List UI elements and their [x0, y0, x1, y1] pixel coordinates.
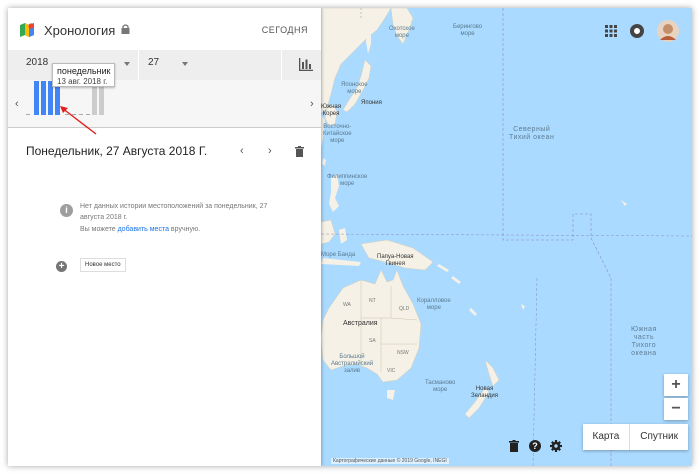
label-vic: VIC [387, 368, 396, 374]
chevron-left-icon[interactable]: ‹ [15, 98, 19, 110]
label-coral-sea: Коралловое море [417, 298, 451, 311]
year-select[interactable]: 2018 [26, 57, 48, 68]
svg-text:?: ? [532, 441, 538, 451]
selector-divider [138, 50, 139, 80]
add-places-link[interactable]: добавить места [118, 226, 169, 233]
chevron-right-icon[interactable]: › [268, 145, 272, 157]
info-icon: i [60, 204, 73, 217]
add-places-line: Вы можете добавить места вручную. [80, 226, 200, 233]
day-select[interactable]: 27 [148, 57, 159, 68]
month-histogram[interactable]: ‹ › [8, 80, 321, 135]
day-header: Понедельник, 27 Августа 2018 Г. ‹ › [8, 136, 321, 164]
trash-icon[interactable] [295, 146, 304, 157]
chevron-left-icon[interactable]: ‹ [240, 145, 244, 157]
zoom-out-icon[interactable]: − [664, 398, 688, 420]
add-place-icon[interactable]: + [56, 261, 67, 272]
help-icon[interactable]: ? [529, 440, 541, 452]
label-tasman-sea: Тасманово море [425, 380, 456, 393]
annotation-arrow [60, 106, 97, 135]
map-attribution: Картографические данные © 2019 Google, I… [331, 458, 449, 464]
trash-icon[interactable] [509, 440, 519, 452]
timeline-header: Хронология СЕГОДНЯ [8, 8, 321, 50]
selector-divider [281, 50, 282, 80]
chevron-right-icon[interactable]: › [310, 98, 314, 110]
label-philippine-sea: Филиппинское море [327, 174, 368, 187]
tooltip-date: 13 авг. 2018 г. [57, 77, 108, 86]
add-places-suffix: вручную. [170, 226, 201, 233]
timeline-window: Охотское море Берингово море Японское море … [8, 8, 692, 466]
label-east-china-sea: Восточно- Китайское море [323, 124, 352, 144]
caret-down-icon[interactable] [124, 62, 130, 66]
label-south-korea: Южная Корея [321, 104, 341, 117]
caret-down-icon[interactable] [182, 62, 188, 66]
label-sa: SA [369, 338, 376, 344]
label-japan: Япония [361, 100, 382, 106]
map-view[interactable]: Охотское море Берингово море Японское море … [321, 8, 692, 466]
timeline-panel: Хронология СЕГОДНЯ 2018 27 ‹ › понедельн… [8, 8, 321, 466]
new-place-button[interactable]: Новое место [80, 258, 126, 272]
label-wa: WA [343, 302, 351, 308]
timeline-logo-icon [20, 23, 34, 37]
avatar[interactable] [657, 20, 679, 42]
label-new-zealand: Новая Зеландия [471, 386, 499, 399]
notification-icon[interactable] [630, 24, 644, 38]
label-okhotsk-sea: Охотское море [389, 26, 415, 39]
day-title: Понедельник, 27 Августа 2018 Г. [26, 144, 208, 158]
label-north-pacific: Северный Тихий океан [509, 126, 555, 141]
label-banda-sea: Море Банда [321, 252, 356, 258]
label-bering-sea: Берингово море [453, 24, 483, 37]
label-qld: QLD [399, 306, 410, 312]
label-nsw: NSW [397, 350, 409, 356]
tooltip-day: понедельник [57, 66, 111, 76]
label-australia: Австралия [343, 320, 378, 327]
today-button[interactable]: СЕГОДНЯ [262, 25, 308, 35]
bar-chart-icon[interactable] [299, 58, 313, 71]
lock-icon [121, 24, 130, 34]
no-data-message: Нет данных истории местоположений за пон… [80, 203, 268, 221]
map-type-map-button[interactable]: Карта [583, 424, 630, 450]
label-png: Папуа-Новая Гвинея [377, 254, 414, 267]
label-south-pacific: Южная часть Тихого океана [631, 326, 657, 357]
histogram-tooltip: понедельник 13 авг. 2018 г. [52, 63, 115, 87]
page-title: Хронология [44, 23, 116, 38]
apps-icon[interactable] [605, 25, 617, 37]
settings-icon[interactable] [550, 440, 562, 452]
map-type-switcher: Карта Спутник [582, 424, 688, 450]
zoom-in-icon[interactable]: + [664, 374, 688, 396]
histogram-bar[interactable] [34, 81, 39, 115]
label-great-australian-bight: Большой Австралийский залив [331, 354, 374, 374]
histogram-bar[interactable] [41, 81, 46, 115]
add-places-prefix: Вы можете [80, 226, 116, 233]
histogram-empty-day[interactable] [26, 114, 30, 115]
label-nt: NT [369, 298, 376, 304]
map-canvas[interactable] [321, 8, 692, 466]
map-type-satellite-button[interactable]: Спутник [629, 424, 688, 450]
label-japan-sea: Японское море [341, 82, 368, 95]
